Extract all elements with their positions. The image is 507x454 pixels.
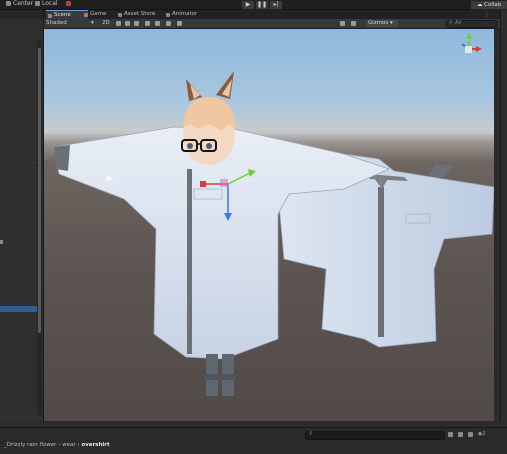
breadcrumb-item[interactable]: _Drizzly rain flower: [4, 442, 56, 448]
hierarchy-header: [0, 10, 43, 19]
expand-arrow-icon[interactable]: ›: [33, 160, 36, 166]
scene-viewport[interactable]: [44, 29, 494, 421]
project-search-input[interactable]: ⚲: [305, 431, 445, 440]
grid-icon[interactable]: [166, 21, 171, 26]
pivot-rotation-toggle[interactable]: Local: [35, 0, 58, 8]
scene-toolbar: Shaded ▾ 2D Gizmos ▾ ⚲ All: [44, 19, 500, 29]
gizmos-dropdown[interactable]: Gizmos ▾: [366, 20, 398, 27]
breadcrumb-item[interactable]: wear: [62, 442, 76, 448]
filter-icon[interactable]: [448, 432, 453, 437]
game-icon: [84, 13, 88, 17]
effects-icon[interactable]: [134, 21, 139, 26]
main-toolbar: Center Local ▶ ❚❚ ▸| ☁ Collab: [0, 0, 507, 10]
2d-toggle[interactable]: 2D: [102, 20, 110, 27]
hierarchy-selected-row[interactable]: [0, 306, 37, 312]
character-head: [181, 71, 236, 165]
lighting-icon[interactable]: [116, 21, 121, 26]
layers-icon[interactable]: [177, 21, 182, 26]
pivot-center-toggle[interactable]: Center: [6, 0, 33, 8]
step-icon: ▸|: [273, 1, 279, 8]
audio-icon[interactable]: [125, 21, 130, 26]
inspector-panel: [500, 10, 507, 422]
snap-toggle[interactable]: [66, 0, 73, 8]
star-icon[interactable]: [468, 432, 473, 437]
asset-store-icon: [118, 13, 122, 17]
shading-mode-dropdown[interactable]: Shaded ▾: [46, 20, 98, 27]
tab-asset-store[interactable]: Asset Store: [116, 10, 168, 19]
local-icon: [35, 1, 40, 6]
tab-animator[interactable]: Animator: [164, 10, 212, 19]
tools-icon[interactable]: [340, 21, 345, 26]
hidden-objects-icon[interactable]: [145, 21, 150, 26]
label-icon[interactable]: [458, 432, 463, 437]
pause-icon: ❚❚: [256, 1, 268, 8]
hidden-packages-badge[interactable]: ◉2: [478, 431, 486, 437]
snap-icon: [66, 1, 71, 6]
search-icon: ⚲: [309, 431, 313, 437]
scene-search-input[interactable]: ⚲ All: [446, 20, 498, 28]
character-legs: [204, 354, 236, 396]
search-icon: ⚲: [449, 20, 453, 26]
scene-camera-icon[interactable]: [155, 21, 160, 26]
chevron-down-icon: ▾: [91, 20, 94, 26]
cloud-icon: ☁: [476, 2, 483, 8]
play-icon: ▶: [245, 1, 251, 8]
play-button[interactable]: ▶: [241, 0, 255, 10]
tab-menu-icon[interactable]: ⋮: [484, 11, 490, 18]
animator-icon: [166, 13, 170, 17]
pivot-icon: [6, 1, 11, 6]
tab-game[interactable]: Game: [82, 10, 120, 19]
hierarchy-scroll-thumb[interactable]: [38, 48, 41, 333]
camera-icon[interactable]: [351, 21, 356, 26]
pause-button[interactable]: ❚❚: [255, 0, 269, 10]
breadcrumb-current[interactable]: overshirt: [81, 442, 109, 448]
step-button[interactable]: ▸|: [269, 0, 283, 10]
collab-button[interactable]: ☁ Collab: [470, 0, 507, 10]
scene-icon: [48, 14, 52, 18]
scene-orientation-gizmo: [461, 33, 482, 53]
scene-render: [44, 33, 494, 396]
breadcrumb: _Drizzly rain flower › wear › overshirt: [4, 442, 110, 448]
collapse-arrow-icon[interactable]: [0, 240, 3, 244]
view-tab-bar: Scene Game Asset Store Animator ⋮: [44, 10, 500, 20]
